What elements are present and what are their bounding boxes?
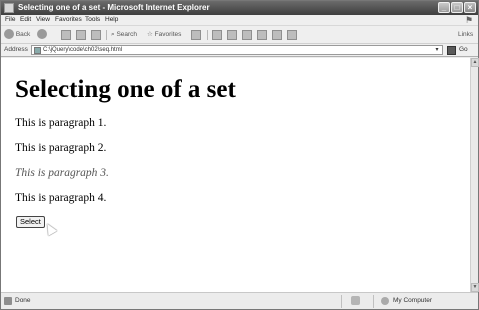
close-button[interactable]: × <box>464 2 476 13</box>
search-button[interactable]: ⌕ Search <box>111 29 137 41</box>
select-button[interactable]: Select <box>16 216 45 228</box>
status-separator <box>341 295 342 308</box>
paragraph-4: This is paragraph 4. <box>15 192 107 204</box>
address-bar: Address C:\jQuery\code\ch02\seq.html ▾ G… <box>1 44 478 57</box>
go-button[interactable]: Go <box>459 46 468 53</box>
status-bar: Done My Computer <box>1 292 478 309</box>
chevron-down-icon[interactable]: ▾ <box>433 46 441 54</box>
standard-toolbar: Back ⌕ Search ☆ Favorites Links <box>1 26 478 44</box>
address-input[interactable]: C:\jQuery\code\ch02\seq.html ▾ <box>31 45 443 55</box>
title-bar: Selecting one of a set - Microsoft Inter… <box>1 1 478 15</box>
media-icon[interactable] <box>191 30 201 40</box>
menu-file[interactable]: File <box>5 16 15 23</box>
messenger-icon[interactable] <box>287 30 297 40</box>
print-icon[interactable] <box>242 30 252 40</box>
computer-zone-icon <box>381 297 389 305</box>
window-title: Selecting one of a set - Microsoft Inter… <box>18 3 210 12</box>
status-text: Done <box>15 297 31 304</box>
menu-help[interactable]: Help <box>105 16 118 23</box>
search-icon: ⌕ <box>111 31 115 38</box>
paragraph-2: This is paragraph 2. <box>15 142 107 154</box>
toolbar-separator <box>106 30 107 40</box>
toolbar-separator <box>207 30 208 40</box>
network-icon <box>351 296 360 305</box>
favorites-button[interactable]: ☆ Favorites <box>147 29 181 41</box>
forward-button[interactable] <box>37 29 47 41</box>
address-label: Address <box>4 46 28 53</box>
go-arrow-icon[interactable] <box>447 46 456 55</box>
page-icon <box>34 47 41 54</box>
page-done-icon <box>4 297 12 305</box>
window-controls: _ □ × <box>438 2 476 13</box>
status-separator <box>373 295 374 308</box>
back-label: Back <box>15 31 31 38</box>
windows-logo-icon: ⚑ <box>464 15 474 25</box>
favorites-star-icon: ☆ <box>147 31 153 38</box>
paragraph-1: This is paragraph 1. <box>15 117 107 129</box>
page-heading: Selecting one of a set <box>15 76 236 103</box>
vertical-scrollbar[interactable]: ▲ ▼ <box>470 58 479 292</box>
security-zone: My Computer <box>393 297 433 304</box>
home-icon[interactable] <box>91 30 101 40</box>
search-label: Search <box>116 31 138 38</box>
menu-view[interactable]: View <box>36 16 50 23</box>
menu-bar: File Edit View Favorites Tools Help ⚑ <box>1 15 478 26</box>
browser-window: Selecting one of a set - Microsoft Inter… <box>0 0 479 310</box>
mouse-cursor-icon <box>42 221 58 236</box>
favorites-label: Favorites <box>154 31 182 38</box>
forward-arrow-icon <box>37 29 47 40</box>
menu-tools[interactable]: Tools <box>85 16 100 23</box>
minimize-button[interactable]: _ <box>438 2 450 13</box>
scroll-up-icon[interactable]: ▲ <box>471 58 479 67</box>
ie-app-icon <box>4 3 14 13</box>
discuss-icon[interactable] <box>272 30 282 40</box>
mail-icon[interactable] <box>227 30 237 40</box>
page-content: Selecting one of a set This is paragraph… <box>1 58 470 292</box>
links-button[interactable]: Links <box>458 29 473 41</box>
stop-icon[interactable] <box>61 30 71 40</box>
address-url: C:\jQuery\code\ch02\seq.html <box>43 47 123 53</box>
refresh-icon[interactable] <box>76 30 86 40</box>
back-arrow-icon <box>4 29 14 40</box>
edit-icon[interactable] <box>257 30 267 40</box>
history-icon[interactable] <box>212 30 222 40</box>
paragraph-3: This is paragraph 3. <box>15 167 109 179</box>
scroll-down-icon[interactable]: ▼ <box>471 283 479 292</box>
menu-edit[interactable]: Edit <box>20 16 31 23</box>
menu-favorites[interactable]: Favorites <box>55 16 82 23</box>
maximize-button[interactable]: □ <box>451 2 463 13</box>
back-button[interactable]: Back <box>4 29 30 41</box>
